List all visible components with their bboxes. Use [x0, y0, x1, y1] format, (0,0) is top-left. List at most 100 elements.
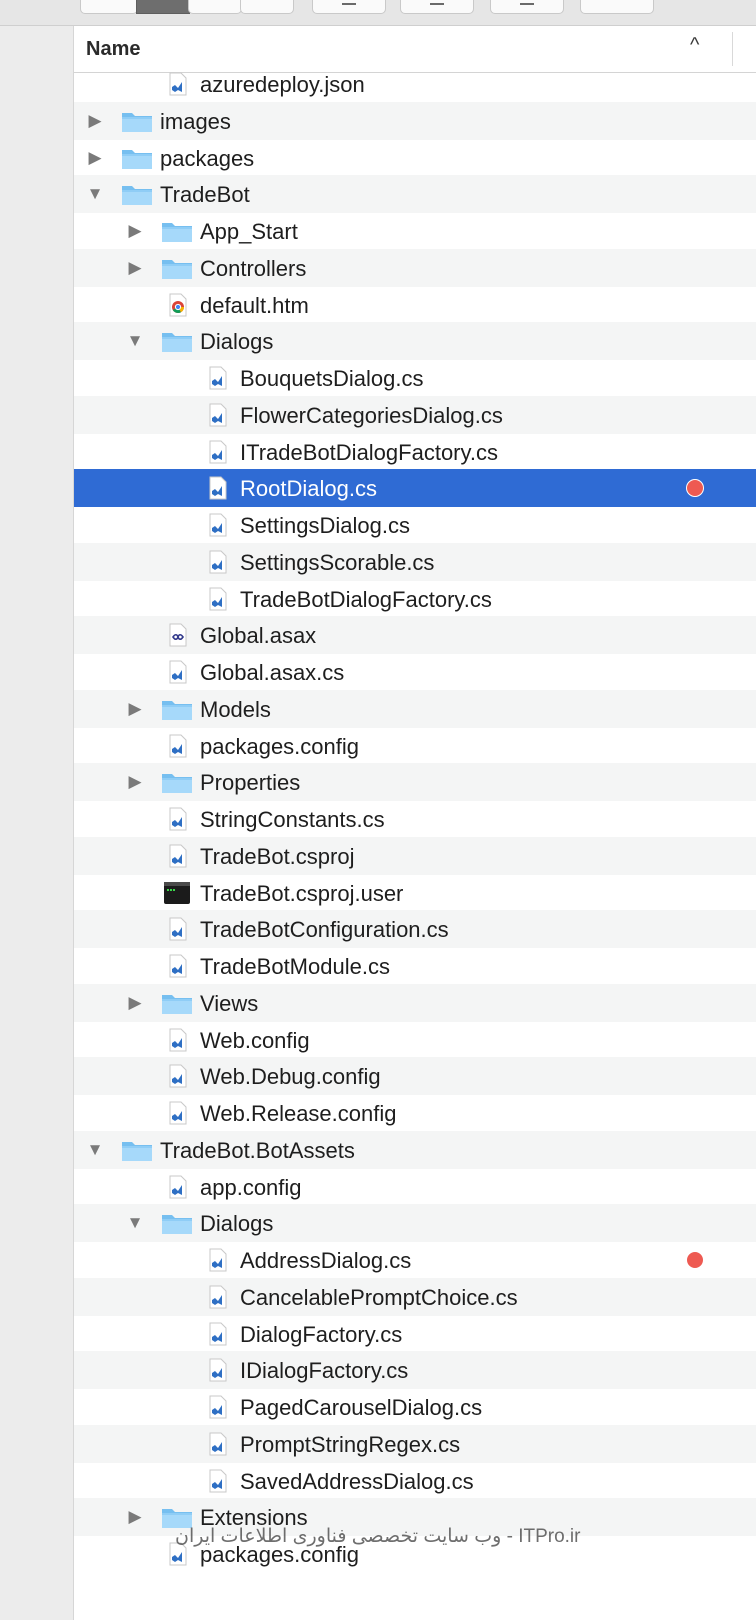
file-row[interactable]: azuredeploy.json [74, 72, 756, 103]
disclosure-expanded-icon[interactable]: ▼ [126, 329, 144, 353]
vs-csharp-icon [200, 1357, 234, 1383]
vs-csharp-icon [200, 1247, 234, 1273]
terminal-icon [160, 880, 194, 906]
disclosure-collapsed-icon[interactable]: ▶ [126, 256, 144, 280]
column-view-button[interactable] [188, 0, 242, 14]
file-list: azuredeploy.json ▶ images ▶ packages ▼ TradeBo… [74, 72, 756, 1620]
vs-csharp-icon [160, 916, 194, 942]
disclosure-collapsed-icon[interactable]: ▶ [86, 109, 104, 133]
vs-csharp-icon [160, 1174, 194, 1200]
folder-row[interactable]: ▼ TradeBot.BotAssets [74, 1130, 756, 1169]
folder-row[interactable]: ▶ Views [74, 983, 756, 1022]
vs-csharp-icon [200, 1394, 234, 1420]
file-row[interactable]: DialogFactory.cs [74, 1315, 756, 1353]
column-header[interactable]: Name ^ [74, 26, 756, 73]
row-label: Web.config [200, 1027, 310, 1053]
folder-icon [160, 696, 194, 722]
file-row[interactable]: StringConstants.cs [74, 800, 756, 838]
folder-icon [160, 328, 194, 354]
file-row[interactable]: PromptStringRegex.cs [74, 1424, 756, 1463]
row-label: IDialogFactory.cs [240, 1358, 409, 1384]
file-row[interactable]: Web.Release.config [74, 1094, 756, 1132]
vs-csharp-icon [160, 806, 194, 832]
file-row[interactable]: default.htm [74, 286, 756, 324]
gallery-view-button[interactable] [240, 0, 294, 14]
file-row[interactable]: AddressDialog.cs [74, 1241, 756, 1279]
gear-icon [430, 0, 444, 5]
folder-row[interactable]: ▶ Models [74, 689, 756, 728]
disclosure-collapsed-icon[interactable]: ▶ [126, 1505, 144, 1529]
file-row[interactable]: Web.config [74, 1021, 756, 1059]
row-label: Web.Release.config [200, 1101, 397, 1126]
folder-row[interactable]: ▶ App_Start [74, 212, 756, 250]
row-label: Models [200, 696, 271, 722]
vs-csharp-icon [160, 953, 194, 979]
file-row[interactable]: PagedCarouselDialog.cs [74, 1388, 756, 1426]
folder-row[interactable]: ▶ Controllers [74, 248, 756, 287]
file-row[interactable]: ITradeBotDialogFactory.cs [74, 433, 756, 471]
file-row[interactable]: SettingsScorable.cs [74, 542, 756, 581]
tags-button[interactable] [580, 0, 654, 14]
row-label: packages [160, 145, 255, 171]
folder-row[interactable]: ▶ packages [74, 139, 756, 177]
row-label: RootDialog.cs [240, 476, 377, 502]
file-row[interactable]: FlowerCategoriesDialog.cs [74, 395, 756, 434]
disclosure-collapsed-icon[interactable]: ▶ [126, 991, 144, 1015]
disclosure-collapsed-icon[interactable]: ▶ [126, 219, 144, 243]
folder-row[interactable]: ▶ images [74, 101, 756, 140]
file-row[interactable]: BouquetsDialog.cs [74, 359, 756, 397]
row-label: TradeBot.csproj.user [200, 880, 404, 906]
row-label: packages.config [200, 733, 359, 759]
chrome-document-icon [160, 292, 194, 318]
vs-csharp-icon [160, 843, 194, 869]
file-row[interactable]: packages.config [74, 727, 756, 765]
vs-csharp-icon [200, 1468, 234, 1494]
file-row[interactable]: TradeBotDialogFactory.cs [74, 580, 756, 618]
disclosure-collapsed-icon[interactable]: ▶ [126, 770, 144, 794]
row-label: SettingsDialog.cs [240, 513, 410, 538]
disclosure-collapsed-icon[interactable]: ▶ [86, 146, 104, 170]
action-button[interactable] [400, 0, 474, 14]
red-tag-badge [686, 479, 704, 498]
list-view-button[interactable] [136, 0, 190, 14]
vs-csharp-icon [200, 549, 234, 575]
row-label: images [160, 108, 231, 134]
finder-sidebar [0, 26, 74, 1620]
vs-csharp-icon [160, 72, 194, 97]
file-row-selected[interactable]: RootDialog.cs [74, 469, 756, 508]
disclosure-expanded-icon[interactable]: ▼ [86, 182, 104, 206]
file-row[interactable]: app.config [74, 1168, 756, 1206]
folder-icon [160, 1210, 194, 1236]
vs-csharp-icon [200, 512, 234, 538]
disclosure-expanded-icon[interactable]: ▼ [126, 1211, 144, 1235]
file-row[interactable]: SavedAddressDialog.cs [74, 1462, 756, 1500]
file-row[interactable]: CancelablePromptChoice.cs [74, 1277, 756, 1316]
folder-row[interactable]: ▼ Dialogs [74, 1204, 756, 1243]
share-button[interactable] [490, 0, 564, 14]
file-row[interactable]: TradeBotModule.cs [74, 947, 756, 985]
arrange-button[interactable] [312, 0, 386, 14]
file-row[interactable]: SettingsDialog.cs [74, 506, 756, 544]
file-row[interactable]: Global.asax.cs [74, 653, 756, 691]
row-label: Global.asax [200, 623, 317, 649]
folder-row[interactable]: ▼ Dialogs [74, 322, 756, 361]
folder-row[interactable]: ▶ Properties [74, 763, 756, 802]
row-label: SavedAddressDialog.cs [240, 1468, 474, 1494]
icon-view-button[interactable] [80, 0, 138, 14]
file-row[interactable]: TradeBot.csproj.user [74, 874, 756, 912]
file-row[interactable]: TradeBot.csproj [74, 836, 756, 875]
file-row[interactable]: IDialogFactory.cs [74, 1351, 756, 1390]
sort-ascending-icon[interactable]: ^ [690, 34, 699, 57]
folder-icon [120, 108, 154, 134]
vs-csharp-icon [200, 439, 234, 465]
folder-row[interactable]: ▼ TradeBot [74, 175, 756, 214]
disclosure-collapsed-icon[interactable]: ▶ [126, 697, 144, 721]
file-row[interactable]: TradeBotConfiguration.cs [74, 910, 756, 949]
disclosure-expanded-icon[interactable]: ▼ [86, 1138, 104, 1162]
file-row[interactable]: Global.asax [74, 616, 756, 655]
column-divider[interactable] [732, 32, 733, 66]
name-column-header[interactable]: Name [86, 38, 140, 61]
file-row[interactable]: Web.Debug.config [74, 1057, 756, 1096]
row-label: FlowerCategoriesDialog.cs [240, 402, 503, 428]
row-label: app.config [200, 1174, 302, 1200]
